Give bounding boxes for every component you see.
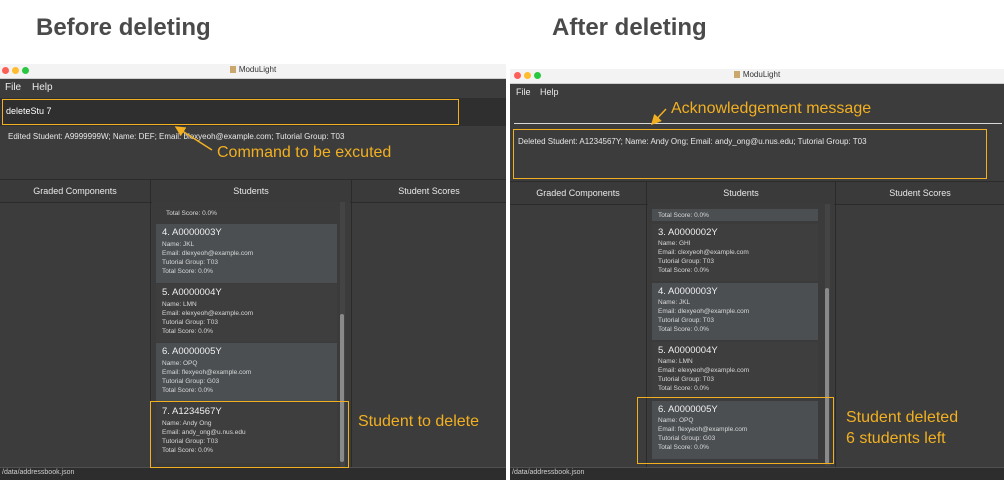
student-card[interactable]: Total Score: 0.0% <box>652 209 818 221</box>
student-group: Tutorial Group: T03 <box>658 376 714 383</box>
student-email: Email: elexyeoh@example.com <box>658 367 750 374</box>
window-title: ModuLight <box>510 70 1004 79</box>
menu-bar: File Help <box>510 84 1004 101</box>
student-email: Email: clexyeoh@example.com <box>658 249 749 256</box>
student-card[interactable]: 6. A0000005Y Name: OPQ Email: flexyeoh@e… <box>156 343 337 402</box>
student-email: Email: elexyeoh@example.com <box>162 310 254 317</box>
student-card[interactable]: 5. A0000004Y Name: LMN Email: elexyeoh@e… <box>156 284 337 342</box>
student-id: 5. A0000004Y <box>162 287 222 298</box>
student-score: Total Score: 0.0% <box>162 268 213 275</box>
menu-file[interactable]: File <box>5 82 21 93</box>
tab-graded-components[interactable]: Graded Components <box>0 180 150 202</box>
status-bar: /data/addressbook.json <box>510 467 1004 480</box>
student-group: Tutorial Group: T03 <box>162 319 218 326</box>
window-title: ModuLight <box>0 65 506 74</box>
student-score: Total Score: 0.0% <box>162 328 213 335</box>
menu-bar: File Help <box>0 79 506 96</box>
tab-student-scores[interactable]: Student Scores <box>352 180 506 202</box>
deleted-annotation-line-2: 6 students left <box>846 430 946 447</box>
student-email: Email: dlexyeoh@example.com <box>162 250 254 257</box>
student-card[interactable]: 4. A0000003Y Name: JKL Email: dlexyeoh@e… <box>652 283 818 340</box>
tab-student-scores[interactable]: Student Scores <box>836 182 1004 204</box>
student-name: Name: JKL <box>162 241 195 248</box>
app-icon <box>733 71 740 78</box>
command-box-underline[interactable] <box>514 123 1002 124</box>
column-headers: Graded Components Students Student Score… <box>510 181 1004 205</box>
before-heading: Before deleting <box>36 14 211 41</box>
student-email: Email: dlexyeoh@example.com <box>658 308 750 315</box>
delete-annotation: Student to delete <box>358 413 479 430</box>
save-location: /data/addressbook.json <box>2 469 75 476</box>
command-annotation: Command to be excuted <box>217 144 392 161</box>
student-id: 3. A0000002Y <box>658 227 718 238</box>
menu-help[interactable]: Help <box>32 82 53 93</box>
student-name: Name: JKL <box>658 299 691 306</box>
column-headers: Graded Components Students Student Score… <box>0 179 506 203</box>
menu-help[interactable]: Help <box>540 87 559 97</box>
title-bar: ModuLight <box>0 64 506 79</box>
deleted-annotation-line-1: Student deleted <box>846 409 959 426</box>
student-group: Tutorial Group: G03 <box>162 378 220 385</box>
student-score: Total Score: 0.0% <box>658 385 709 392</box>
student-group: Tutorial Group: T03 <box>658 258 714 265</box>
deleted-student-highlight-box <box>637 397 834 464</box>
tab-students[interactable]: Students <box>647 182 835 204</box>
result-display: Edited Student: A9999999W; Name: DEF; Em… <box>8 132 345 141</box>
tab-graded-components[interactable]: Graded Components <box>510 182 646 204</box>
result-highlight-box <box>513 129 987 179</box>
student-card[interactable]: 3. A0000002Y Name: GHI Email: clexyeoh@e… <box>652 224 818 281</box>
student-group: Tutorial Group: T03 <box>162 259 218 266</box>
column-divider <box>835 181 836 468</box>
student-score: Total Score: 0.0% <box>162 387 213 394</box>
save-location: /data/addressbook.json <box>512 469 585 476</box>
ack-annotation: Acknowledgement message <box>671 100 872 117</box>
student-to-delete-highlight-box <box>150 401 349 468</box>
status-bar: /data/addressbook.json <box>0 467 506 480</box>
tab-students[interactable]: Students <box>151 180 351 202</box>
student-card[interactable]: 4. A0000003Y Name: JKL Email: dlexyeoh@e… <box>156 224 337 283</box>
student-id: 6. A0000005Y <box>162 346 222 357</box>
column-divider <box>351 179 352 469</box>
student-name: Name: GHI <box>658 240 691 247</box>
app-icon <box>229 66 236 73</box>
student-name: Name: LMN <box>658 358 693 365</box>
menu-file[interactable]: File <box>516 87 531 97</box>
student-card[interactable]: 5. A0000004Y Name: LMN Email: elexyeoh@e… <box>652 342 818 399</box>
after-heading: After deleting <box>552 14 707 41</box>
student-group: Tutorial Group: T03 <box>658 317 714 324</box>
student-score: Total Score: 0.0% <box>658 326 709 333</box>
student-id: 4. A0000003Y <box>162 227 222 238</box>
command-highlight-box <box>2 99 459 125</box>
student-id: 5. A0000004Y <box>658 345 718 356</box>
card-partial-score: Total Score: 0.0% <box>166 210 217 217</box>
student-email: Email: flexyeoh@example.com <box>162 369 252 376</box>
student-score: Total Score: 0.0% <box>658 267 709 274</box>
title-bar: ModuLight <box>510 69 1004 84</box>
student-id: 4. A0000003Y <box>658 286 718 297</box>
student-name: Name: OPQ <box>162 360 198 367</box>
student-name: Name: LMN <box>162 301 197 308</box>
card-partial-score: Total Score: 0.0% <box>658 212 709 219</box>
